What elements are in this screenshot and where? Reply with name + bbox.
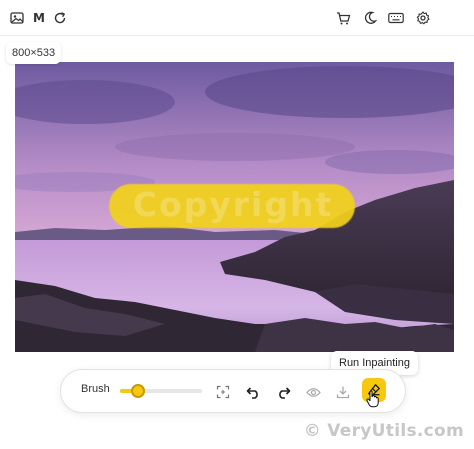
gear-icon[interactable] (413, 8, 433, 28)
brush-size-slider[interactable] (120, 384, 202, 398)
image-icon[interactable] (7, 8, 27, 28)
veryutils-watermark: © VeryUtils.com (303, 421, 464, 441)
eye-icon (305, 387, 321, 397)
image-size-label: 800×533 (6, 42, 62, 64)
brush-size-thumb[interactable] (131, 384, 146, 398)
top-toolbar: M (0, 0, 474, 36)
cart-icon[interactable] (333, 8, 353, 28)
redo-icon (278, 386, 290, 399)
refresh-icon[interactable] (50, 8, 70, 28)
copyright-watermark-text: Copyright (132, 185, 334, 224)
show-original-button[interactable] (302, 381, 324, 403)
mask-letter: M (33, 11, 45, 25)
undo-button[interactable] (242, 381, 264, 403)
reset-zoom-icon (216, 385, 230, 399)
download-button[interactable] (332, 381, 354, 403)
moon-icon[interactable] (360, 8, 380, 28)
redo-button[interactable] (272, 381, 294, 403)
undo-icon (246, 386, 258, 399)
hand-cursor-icon (366, 390, 379, 408)
keyboard-icon[interactable] (386, 8, 406, 28)
mask-letter-icon[interactable]: M (29, 8, 49, 28)
reset-zoom-button[interactable] (212, 381, 234, 403)
editor-tool-panel: Brush (60, 369, 406, 413)
download-icon (336, 386, 350, 399)
image-canvas[interactable]: Copyright (15, 62, 454, 352)
brush-label: Brush (81, 383, 110, 395)
